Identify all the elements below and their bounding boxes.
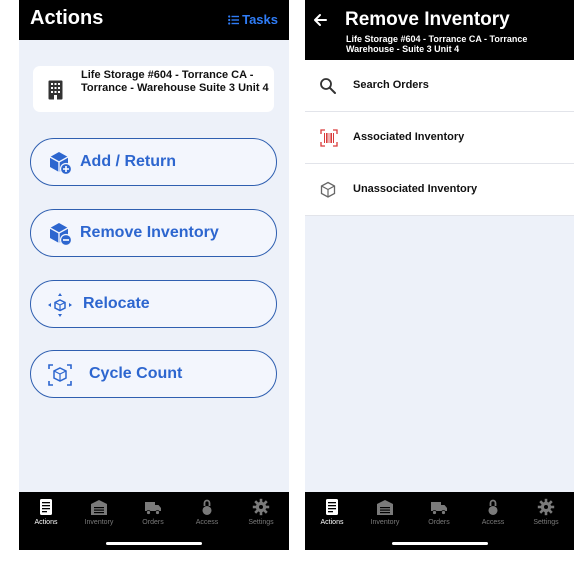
remove-inventory-label: Remove Inventory (80, 224, 219, 241)
tasks-button[interactable]: Tasks (228, 12, 278, 27)
remove-inventory-header: Remove Inventory Life Storage #604 - Tor… (305, 0, 574, 60)
screenshot-canvas: Actions Tasks Life Storage #604 - Torran… (0, 0, 577, 564)
tab-settings[interactable]: Settings (526, 498, 566, 526)
lock-icon (488, 499, 498, 515)
home-indicator (106, 542, 202, 545)
truck-icon (431, 502, 447, 515)
tab-access[interactable]: Access (187, 498, 227, 526)
tab-actions[interactable]: Actions (26, 498, 66, 526)
tab-label: Actions (320, 519, 344, 526)
cycle-count-button[interactable]: Cycle Count (30, 350, 277, 398)
location-subtitle: Life Storage #604 - Torrance CA - Torran… (346, 34, 528, 54)
search-orders-item[interactable]: Search Orders (305, 60, 574, 112)
tab-inventory[interactable]: Inventory (79, 498, 119, 526)
search-orders-label: Search Orders (353, 79, 429, 91)
tab-actions[interactable]: Actions (312, 498, 352, 526)
lock-icon (202, 499, 212, 515)
tasks-label: Tasks (242, 12, 278, 27)
barcode-icon (320, 129, 338, 147)
bottom-tab-bar: Actions Inventory Orders Access Settings (19, 492, 289, 550)
box-plus-icon (49, 152, 73, 176)
relocate-label: Relocate (83, 295, 150, 312)
actions-header: Actions Tasks (19, 0, 289, 40)
page-title: Actions (30, 7, 104, 29)
building-icon (48, 80, 63, 100)
tab-access[interactable]: Access (473, 498, 513, 526)
cycle-count-label: Cycle Count (89, 365, 183, 382)
list-icon (228, 14, 240, 25)
tab-orders[interactable]: Orders (419, 498, 459, 526)
gear-icon (252, 498, 270, 516)
tab-label: Access (481, 519, 505, 526)
associated-inventory-item[interactable]: Associated Inventory (305, 112, 574, 164)
tab-label: Settings (248, 519, 274, 526)
location-card[interactable]: Life Storage #604 - Torrance CA - Torran… (33, 66, 274, 112)
unassociated-inventory-label: Unassociated Inventory (353, 183, 478, 195)
back-arrow-icon[interactable] (312, 12, 328, 28)
actions-screen: Actions Tasks Life Storage #604 - Torran… (19, 0, 289, 550)
tab-label: Orders (428, 519, 450, 526)
tab-inventory[interactable]: Inventory (365, 498, 405, 526)
clipboard-icon (326, 499, 338, 515)
tab-settings[interactable]: Settings (241, 498, 281, 526)
remove-options-list: Search Orders Associated Inventory Unass… (305, 60, 574, 216)
truck-icon (145, 502, 161, 515)
remove-inventory-button[interactable]: Remove Inventory (30, 209, 277, 257)
location-name: Life Storage #604 - Torrance CA - Torran… (81, 69, 269, 94)
gear-icon (537, 498, 555, 516)
tab-label: Inventory (370, 519, 400, 526)
relocate-icon (48, 293, 72, 317)
page-title: Remove Inventory (345, 9, 510, 30)
box-minus-icon (49, 223, 73, 247)
home-indicator (392, 542, 488, 545)
box-icon (320, 181, 336, 198)
unassociated-inventory-item[interactable]: Unassociated Inventory (305, 164, 574, 216)
cycle-count-icon (48, 364, 72, 386)
clipboard-icon (40, 499, 52, 515)
add-return-button[interactable]: Add / Return (30, 138, 277, 186)
tab-label: Inventory (84, 519, 114, 526)
tab-label: Orders (142, 519, 164, 526)
warehouse-icon (91, 500, 107, 515)
tab-label: Access (195, 519, 219, 526)
search-icon (320, 78, 336, 94)
associated-inventory-label: Associated Inventory (353, 131, 465, 143)
bottom-tab-bar: Actions Inventory Orders Access Settings (305, 492, 574, 550)
tab-label: Actions (34, 519, 58, 526)
tab-label: Settings (533, 519, 559, 526)
remove-inventory-screen: Remove Inventory Life Storage #604 - Tor… (305, 0, 574, 550)
tab-orders[interactable]: Orders (133, 498, 173, 526)
warehouse-icon (377, 500, 393, 515)
relocate-button[interactable]: Relocate (30, 280, 277, 328)
add-return-label: Add / Return (80, 153, 176, 170)
